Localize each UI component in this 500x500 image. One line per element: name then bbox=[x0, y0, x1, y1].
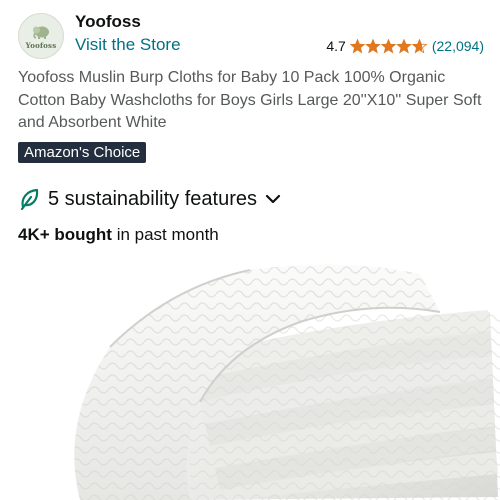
visit-store-link[interactable]: Visit the Store bbox=[75, 35, 181, 55]
brand-logo[interactable]: Yoofoss bbox=[18, 13, 64, 59]
amazons-choice-badge: Amazon's Choice bbox=[18, 142, 147, 163]
sustainability-features-toggle[interactable]: 5 sustainability features bbox=[20, 186, 281, 212]
sustainability-label: 5 sustainability features bbox=[48, 187, 258, 210]
product-image[interactable] bbox=[0, 252, 500, 500]
badge-label: Amazon's Choice bbox=[24, 144, 141, 161]
stars-icon bbox=[350, 38, 427, 53]
bought-count: 4K+ bought bbox=[18, 225, 112, 244]
bought-period: in past month bbox=[111, 225, 219, 244]
logo-text: Yoofoss bbox=[25, 41, 57, 50]
store-header: Yoofoss Yoofoss Visit the Store 4.7 (22,… bbox=[18, 10, 484, 60]
star-rating bbox=[350, 38, 428, 54]
chevron-down-icon bbox=[265, 194, 281, 204]
rating-value: 4.7 bbox=[326, 38, 346, 54]
rating-count[interactable]: (22,094) bbox=[432, 38, 484, 54]
brand-name: Yoofoss bbox=[75, 12, 141, 31]
leaf-icon bbox=[20, 188, 39, 210]
product-title: Yoofoss Muslin Burp Cloths for Baby 10 P… bbox=[18, 69, 482, 131]
elephant-logo-icon bbox=[33, 26, 49, 39]
rating[interactable]: 4.7 (22,094) bbox=[326, 37, 484, 55]
bought-in-past-month: 4K+ bought in past month bbox=[18, 225, 219, 245]
muslin-cloth-stack-image bbox=[74, 264, 500, 500]
